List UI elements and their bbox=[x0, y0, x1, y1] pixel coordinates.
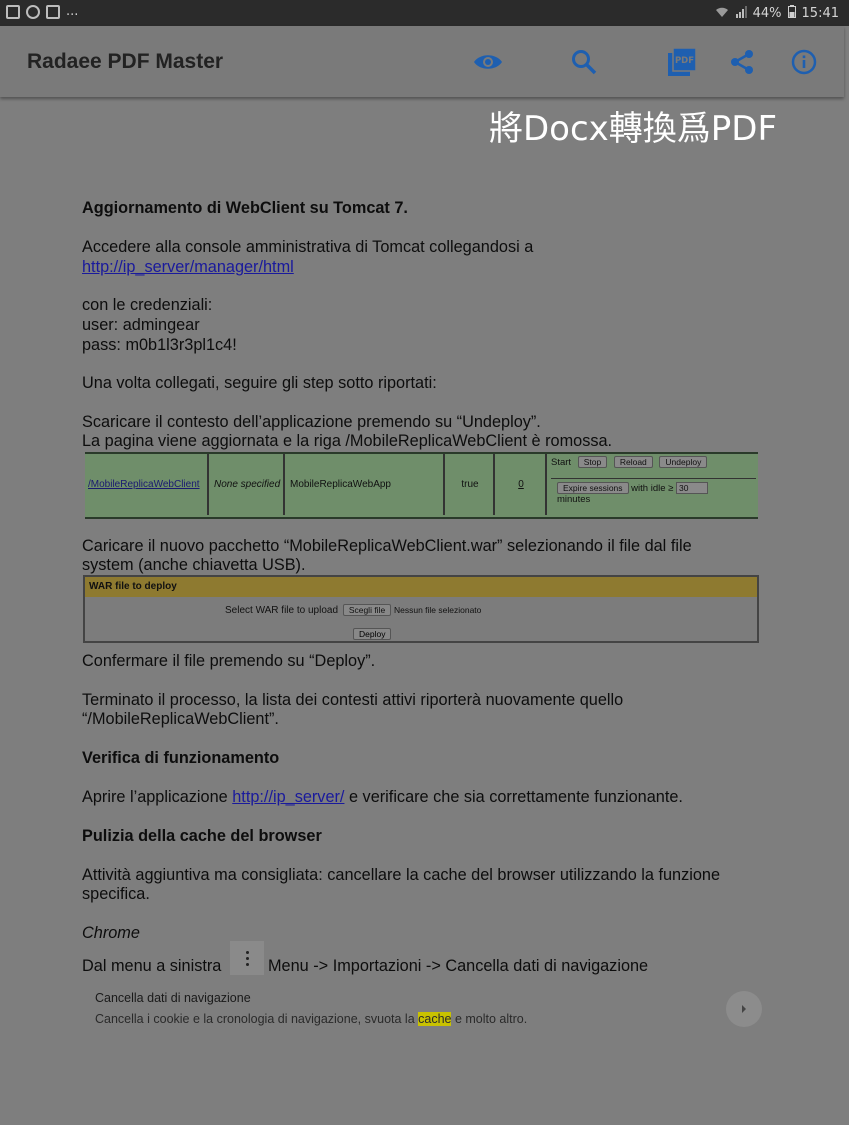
status-bar-right: 44% 15:41 bbox=[715, 5, 839, 22]
doc-credentials-intro: con le credenziali: bbox=[82, 296, 213, 314]
more-notifications: ... bbox=[66, 4, 79, 19]
tomcat-row-path: /MobileReplicaWebClient bbox=[88, 479, 200, 490]
app-bar: Radaee PDF Master PDF bbox=[0, 26, 844, 97]
war-no-file-label: Nessun file selezionato bbox=[393, 605, 482, 615]
doc-upload-line2: system (anche chiavetta USB). bbox=[82, 556, 306, 574]
doc-activity-line1: Attività aggiuntiva ma consigliata: canc… bbox=[82, 866, 721, 884]
chrome-card-description: Cancella i cookie e la cronologia di nav… bbox=[95, 1012, 527, 1026]
tomcat-minutes-label: minutes bbox=[557, 494, 591, 505]
doc-heading-update: Aggiornamento di WebClient su Tomcat 7. bbox=[82, 199, 408, 217]
doc-confirm-line: Confermare il file premendo su “Deploy”. bbox=[82, 652, 376, 670]
info-icon[interactable] bbox=[788, 46, 820, 78]
doc-heading-cache: Pulizia della cache del browser bbox=[82, 827, 322, 845]
doc-reload-line: La pagina viene aggiornata e la riga /Mo… bbox=[82, 432, 613, 450]
tomcat-start-label: Start bbox=[551, 457, 572, 468]
war-deploy-button: Deploy bbox=[353, 628, 392, 640]
mail-icon bbox=[46, 4, 60, 19]
tomcat-idle-field: 30 bbox=[676, 482, 708, 494]
tomcat-reload-button: Reload bbox=[613, 456, 653, 468]
doc-upload-line1: Caricare il nuovo pacchetto “MobileRepli… bbox=[82, 537, 692, 555]
open-app-prefix: Aprire l’applicazione bbox=[82, 788, 233, 806]
share-icon[interactable] bbox=[726, 46, 758, 78]
gallery-icon bbox=[6, 4, 20, 19]
pdf-icon[interactable]: PDF bbox=[666, 46, 698, 78]
tomcat-row-sessions: 0 bbox=[497, 454, 547, 515]
doc-menu-suffix: Menu -> Importazioni -> Cancella dati di… bbox=[268, 957, 649, 975]
chrome-card-text-before: Cancella i cookie e la cronologia di nav… bbox=[95, 1012, 419, 1026]
svg-text:PDF: PDF bbox=[675, 56, 694, 66]
server-link[interactable]: http://ip_server/ bbox=[232, 788, 344, 806]
tomcat-undeploy-button: Undeploy bbox=[659, 456, 708, 468]
battery-percent: 44% bbox=[752, 6, 782, 21]
chevron-right-icon bbox=[726, 991, 762, 1027]
chrome-card-title: Cancella dati di navigazione bbox=[95, 991, 251, 1005]
chrome-card-highlight: cache bbox=[418, 1012, 452, 1026]
doc-once-connected: Una volta collegati, seguire gli step so… bbox=[82, 374, 437, 392]
app-title: Radaee PDF Master bbox=[27, 50, 224, 73]
doc-heading-verify: Verifica di funzionamento bbox=[82, 749, 280, 767]
war-deploy-image: WAR file to deploy Select WAR file to up… bbox=[83, 575, 759, 643]
tomcat-row-commands: Start Stop Reload Undeploy Expire sessio… bbox=[551, 456, 756, 505]
status-bar: ... 44% 15:41 bbox=[0, 0, 849, 26]
doc-download-line: Scaricare il contesto dell’applicazione … bbox=[82, 413, 541, 431]
war-select-label: Select WAR file to upload bbox=[225, 605, 339, 616]
manager-link[interactable]: http://ip_server/manager/html bbox=[82, 258, 294, 276]
doc-open-app-line: Aprire l’applicazione http://ip_server/ … bbox=[82, 788, 782, 808]
doc-terminated-line2: “/MobileReplicaWebClient”. bbox=[82, 710, 279, 728]
doc-chrome-label: Chrome bbox=[82, 924, 140, 942]
wifi-icon bbox=[715, 6, 729, 22]
doc-activity-line2: specifica. bbox=[82, 885, 150, 903]
sync-icon bbox=[26, 4, 40, 19]
status-bar-left: ... bbox=[6, 4, 78, 19]
doc-terminated-line1: Terminato il processo, la lista dei cont… bbox=[82, 691, 624, 709]
open-app-suffix: e verificare che sia correttamente funzi… bbox=[344, 788, 683, 806]
tomcat-row-running: true bbox=[447, 454, 495, 515]
doc-credentials-pass: pass: m0b1l3r3pl1c4! bbox=[82, 336, 237, 354]
kebab-menu-icon bbox=[230, 941, 264, 975]
search-icon[interactable] bbox=[568, 46, 600, 78]
tomcat-row-version: None specified bbox=[211, 454, 285, 515]
tomcat-stop-button: Stop bbox=[577, 456, 608, 468]
war-choose-file-button: Scegli file bbox=[342, 604, 392, 616]
eye-icon[interactable] bbox=[472, 46, 504, 78]
clock: 15:41 bbox=[801, 6, 839, 21]
chrome-clear-data-image: Cancella dati di navigazione Cancella i … bbox=[82, 986, 768, 1034]
war-panel-header: WAR file to deploy bbox=[85, 577, 757, 597]
tomcat-row-display-name: MobileReplicaWebApp bbox=[287, 454, 445, 515]
tomcat-app-row-image: /MobileReplicaWebClient None specified M… bbox=[85, 452, 758, 519]
battery-icon bbox=[787, 5, 796, 22]
chrome-card-text-after: e molto altro. bbox=[451, 1012, 528, 1026]
doc-access-line: Accedere alla console amministrativa di … bbox=[82, 238, 534, 256]
conversion-watermark: 將Docx轉換爲PDF bbox=[489, 109, 778, 149]
tomcat-expire-button: Expire sessions bbox=[557, 482, 629, 494]
doc-credentials-user: user: admingear bbox=[82, 316, 200, 334]
signal-icon bbox=[735, 5, 747, 22]
tomcat-idle-label: with idle ≥ bbox=[631, 483, 674, 494]
